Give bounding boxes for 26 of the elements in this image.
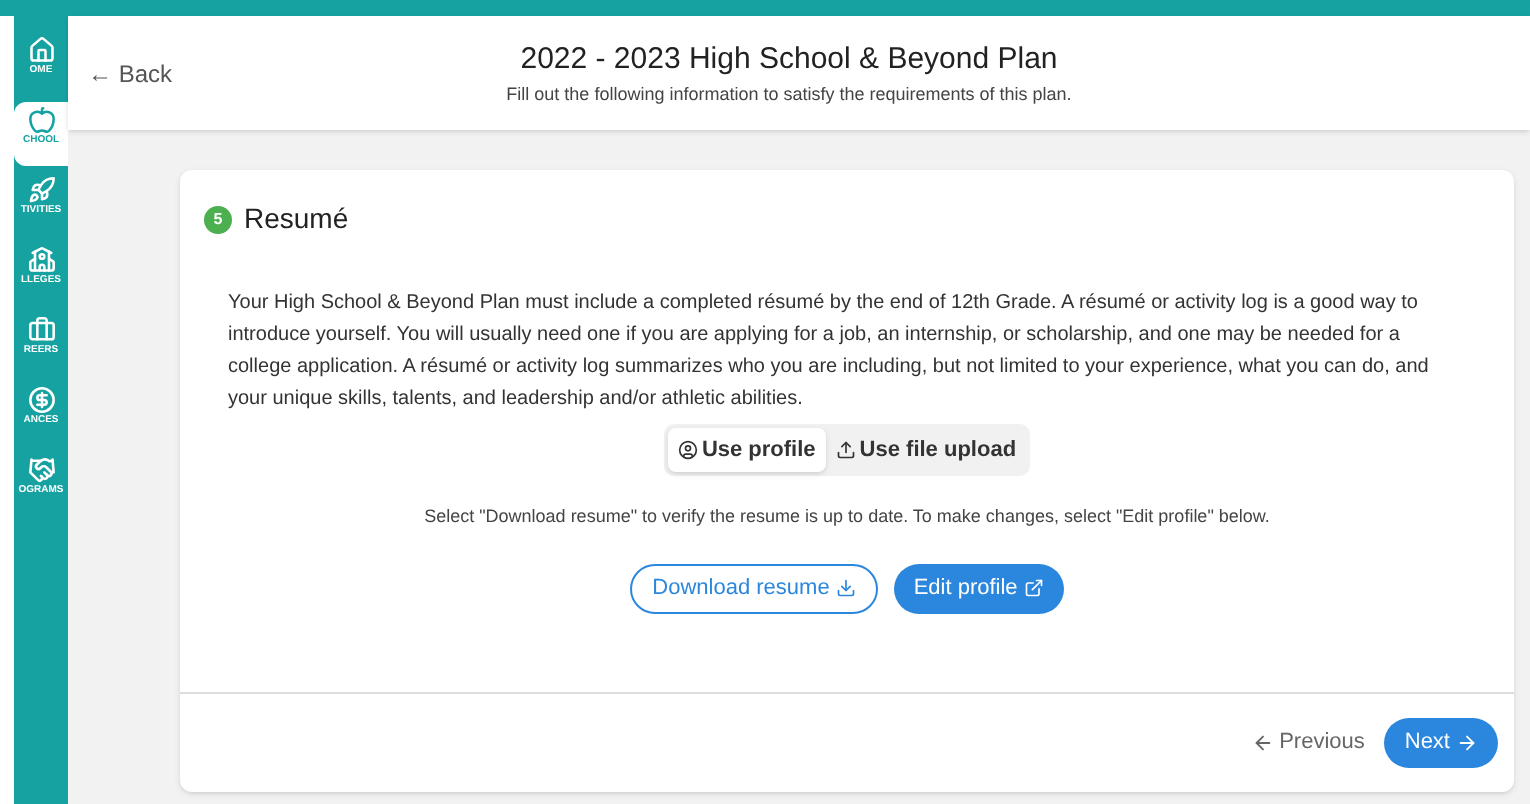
rocket-icon [27, 176, 55, 204]
page-title: 2022 - 2023 High School & Beyond Plan [520, 39, 1058, 79]
instructions-text: Select "Download resume" to verify the resume is up to date. To make changes, select "Edit profile" below. [422, 504, 1272, 530]
briefcase-icon [27, 316, 55, 344]
back-link[interactable]: ← Back [88, 55, 208, 91]
toggle-option[interactable]: Use file upload [825, 428, 1027, 472]
money-icon [27, 386, 55, 414]
next-button[interactable]: Next [1384, 718, 1498, 768]
home-icon [27, 36, 55, 64]
arrow-left-icon [1251, 732, 1274, 754]
user-icon [677, 440, 698, 460]
school-icon [27, 246, 55, 274]
download-icon [835, 578, 856, 598]
external-link-icon [1023, 578, 1044, 598]
toggle-option[interactable]: Use profile [667, 428, 826, 472]
intro-paragraph: Your High School & Beyond Plan must include a completed résumé by the end of 12th Grade. A résumé or activity log is a good way to introduce yourself. You will usually need one if you are applying for a job, an internship, or scholarship, and one may be needed for a college application. A résumé or activity log summarizes who you are including, but not limited to your experience, what you can do, and your unique skills, talents, and leadership and/or athletic abilities. [226, 290, 1431, 414]
upload-icon [835, 440, 856, 460]
step-number: 5 [204, 205, 232, 233]
previous-button[interactable]: Previous [1251, 726, 1365, 760]
apple-icon [27, 106, 55, 134]
download-button[interactable]: Download resume [630, 563, 878, 613]
arrow-right-icon [1456, 732, 1478, 754]
page-subtitle: Fill out the following information to satisfy the requirements of this plan. [506, 82, 1072, 108]
step-title: Resumé [244, 200, 349, 238]
handshake-icon [27, 456, 55, 484]
edit-profile-button[interactable]: Edit profile [893, 563, 1064, 613]
